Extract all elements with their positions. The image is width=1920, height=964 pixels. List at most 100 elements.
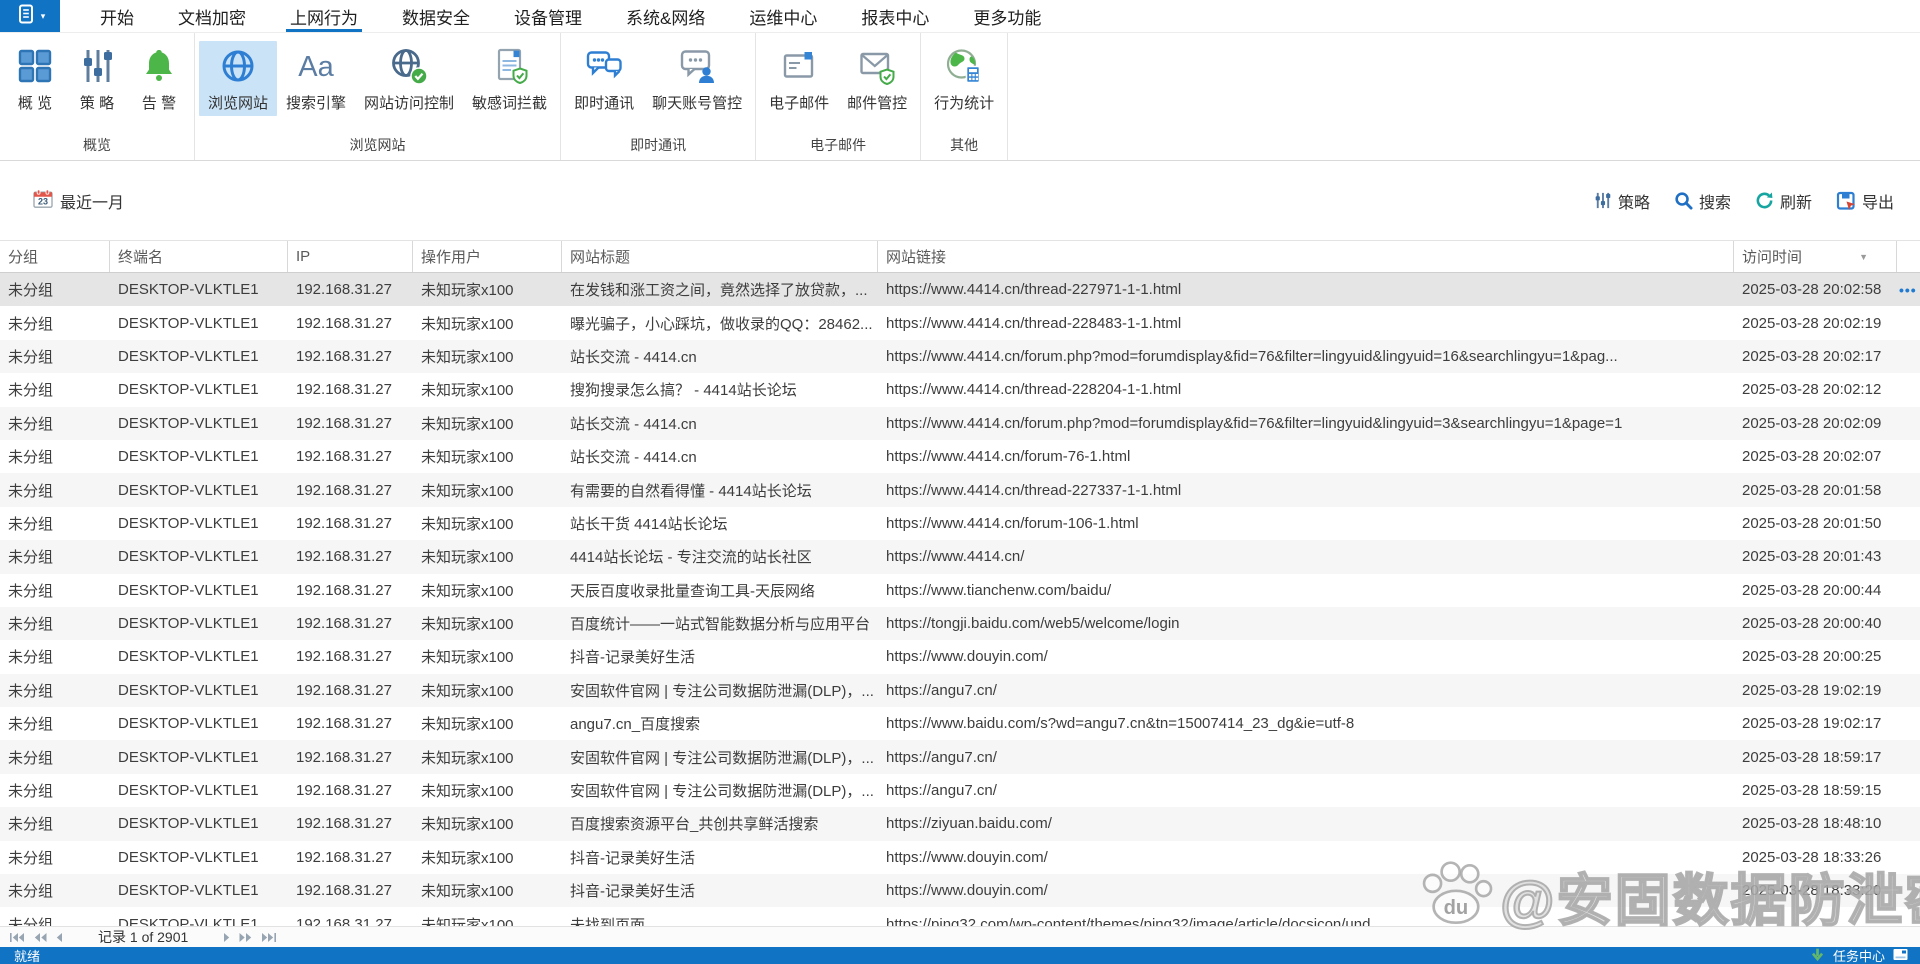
menu-tab-4[interactable]: 设备管理 [492,0,604,32]
table-row[interactable]: 未分组 DESKTOP-VLKTLE1 192.168.31.27 未知玩家x100 曝… [0,306,1920,340]
ribbon-button-label: 告 警 [141,95,177,112]
table-row[interactable]: 未分组 DESKTOP-VLKTLE1 192.168.31.27 未知玩家x100 搜… [0,373,1920,407]
column-header-url[interactable]: 网站链接 [878,241,1734,272]
menu-tab-2[interactable]: 上网行为 [268,0,380,32]
ribbon-button[interactable]: 行为统计 [925,41,1003,116]
table-row[interactable]: 未分组 DESKTOP-VLKTLE1 192.168.31.27 未知玩家x100 未… [0,907,1920,926]
task-panel-icon[interactable] [1893,948,1908,964]
row-more-actions-button[interactable]: ••• [1897,273,1920,306]
cell-terminal: DESKTOP-VLKTLE1 [118,848,259,866]
menu-tab-8[interactable]: 更多功能 [951,0,1063,32]
cell-ip: 192.168.31.27 [296,915,392,926]
app-menu-button[interactable]: ▾ [0,0,60,32]
ribbon-button[interactable]: 浏览网站 [199,41,278,116]
menu-tab-3[interactable]: 数据安全 [380,0,492,32]
table-row[interactable]: 未分组 DESKTOP-VLKTLE1 192.168.31.27 未知玩家x100 有… [0,473,1920,507]
cell-url: https://www.douyin.com/ [886,882,1048,900]
nav-prev-button[interactable] [56,932,63,942]
table-row[interactable]: 未分组 DESKTOP-VLKTLE1 192.168.31.27 未知玩家x100 安… [0,740,1920,774]
cell-terminal: DESKTOP-VLKTLE1 [118,648,259,666]
cell-terminal: DESKTOP-VLKTLE1 [118,882,259,900]
nav-prev-page-button[interactable] [34,932,47,942]
cell-title: angu7.cn_百度搜索 [570,716,701,734]
column-header-terminal[interactable]: 终端名 [110,241,288,272]
cell-title: 曝光骗子，小心踩坑，做收录的QQ：28462... [570,315,873,333]
cell-title: 站长交流 - 4414.cn [570,449,697,467]
ribbon-button[interactable]: 敏感词拦截 [463,41,556,116]
cell-terminal: DESKTOP-VLKTLE1 [118,381,259,399]
table-row[interactable]: 未分组 DESKTOP-VLKTLE1 192.168.31.27 未知玩家x100 a… [0,707,1920,741]
table-row[interactable]: 未分组 DESKTOP-VLKTLE1 192.168.31.27 未知玩家x100 安… [0,673,1920,708]
menu-tab-0[interactable]: 开始 [78,0,156,32]
table-row[interactable]: 未分组 DESKTOP-VLKTLE1 192.168.31.27 未知玩家x100 百… [0,606,1920,641]
table-row[interactable]: 未分组 DESKTOP-VLKTLE1 192.168.31.27 未知玩家x100 百… [0,807,1920,841]
menu-tab-1[interactable]: 文档加密 [156,0,268,32]
ribbon-button[interactable]: 聊天账号管控 [643,41,751,116]
ribbon-button[interactable]: Aa 搜索引擎 [277,41,355,116]
menu-tab-6[interactable]: 运维中心 [727,0,839,32]
cell-ip: 192.168.31.27 [296,281,392,299]
table-row[interactable]: 未分组 DESKTOP-VLKTLE1 192.168.31.27 未知玩家x100 在… [0,273,1920,307]
ribbon-button-label: 搜索引擎 [286,95,347,112]
cell-url: https://www.tianchenw.com/baidu/ [886,581,1112,599]
sliders-action-button[interactable]: 策略 [1593,189,1650,213]
chevron-down-icon: ▾ [40,10,46,21]
ribbon-button[interactable]: 概 览 [4,41,66,116]
cell-actions [1897,540,1920,573]
alert-bell-icon [138,46,180,86]
cell-user: 未知玩家x100 [421,382,514,400]
calendar-icon: 23 [33,188,53,213]
table-row[interactable]: 未分组 DESKTOP-VLKTLE1 192.168.31.27 未知玩家x100 站… [0,506,1920,541]
cell-actions [1897,841,1920,874]
date-range-filter[interactable]: 23 最近一月 [33,188,124,213]
ribbon-button[interactable]: 邮件管控 [838,41,916,116]
ribbon-button[interactable]: 策 略 [66,41,128,116]
ribbon-button-label: 敏感词拦截 [472,95,548,112]
task-center-button[interactable]: 任务中心 [1833,946,1885,964]
column-header-group[interactable]: 分组 [0,241,110,272]
table-row[interactable]: 未分组 DESKTOP-VLKTLE1 192.168.31.27 未知玩家x100 安… [0,773,1920,808]
cell-user: 未知玩家x100 [421,716,514,734]
cell-url: https://www.4414.cn/thread-227337-1-1.ht… [886,481,1182,499]
download-arrow-icon [1810,947,1825,964]
column-header-user[interactable]: 操作用户 [413,241,562,272]
cell-time [1734,907,1897,926]
table-row[interactable]: 未分组 DESKTOP-VLKTLE1 192.168.31.27 未知玩家x100 抖… [0,640,1920,674]
table-row[interactable]: 未分组 DESKTOP-VLKTLE1 192.168.31.27 未知玩家x100 站… [0,406,1920,440]
ribbon-button[interactable]: 告 警 [128,41,190,116]
record-navigator: 记录 1 of 2901 [0,926,1920,947]
nav-first-button[interactable] [10,932,25,942]
cell-ip: 192.168.31.27 [296,615,392,633]
ribbon-button[interactable]: 网站访问控制 [355,41,463,116]
menu-tab-7[interactable]: 报表中心 [839,0,951,32]
table-row[interactable]: 未分组 DESKTOP-VLKTLE1 192.168.31.27 未知玩家x100 天… [0,573,1920,607]
nav-last-button[interactable] [261,932,277,942]
cell-time: 2025-03-28 20:00:44 [1742,581,1882,599]
cell-url: https://ping32.com/wp-content/themes/pin… [886,915,1371,926]
cell-user: 未知玩家x100 [421,515,514,533]
ribbon-button[interactable]: 电子邮件 [760,41,838,116]
ribbon-button-label: 概 览 [17,95,53,112]
cell-group: 未分组 [8,616,54,634]
cell-group: 未分组 [8,415,54,433]
table-row[interactable]: 未分组 DESKTOP-VLKTLE1 192.168.31.27 未知玩家x100 抖… [0,840,1920,875]
menu-tab-5[interactable]: 系统&网络 [604,0,727,32]
export-action-button[interactable]: 导出 [1836,189,1894,213]
nav-next-button[interactable] [223,932,230,942]
column-header-time[interactable]: 访问时间 ▼ [1734,241,1897,272]
table-row[interactable]: 未分组 DESKTOP-VLKTLE1 192.168.31.27 未知玩家x100 抖… [0,874,1920,908]
table-row[interactable]: 未分组 DESKTOP-VLKTLE1 192.168.31.27 未知玩家x100 站… [0,439,1920,474]
table-row[interactable]: 未分组 DESKTOP-VLKTLE1 192.168.31.27 未知玩家x100 站… [0,339,1920,374]
nav-next-page-button[interactable] [239,932,252,942]
cell-url: https://www.4414.cn/forum.php?mod=forumd… [886,414,1623,432]
column-header-ip[interactable]: IP [288,241,413,272]
cell-title: 抖音-记录美好生活 [570,849,695,867]
cell-terminal: DESKTOP-VLKTLE1 [118,347,259,365]
column-header-title[interactable]: 网站标题 [562,241,878,272]
search-action-button[interactable]: 搜索 [1674,189,1731,213]
cell-time: 2025-03-28 20:02:17 [1742,347,1882,365]
table-row[interactable]: 未分组 DESKTOP-VLKTLE1 192.168.31.27 未知玩家x100 4… [0,540,1920,574]
ribbon-button[interactable]: 即时通讯 [565,41,643,116]
cell-group: 未分组 [8,849,54,867]
refresh-action-button[interactable]: 刷新 [1755,189,1812,213]
